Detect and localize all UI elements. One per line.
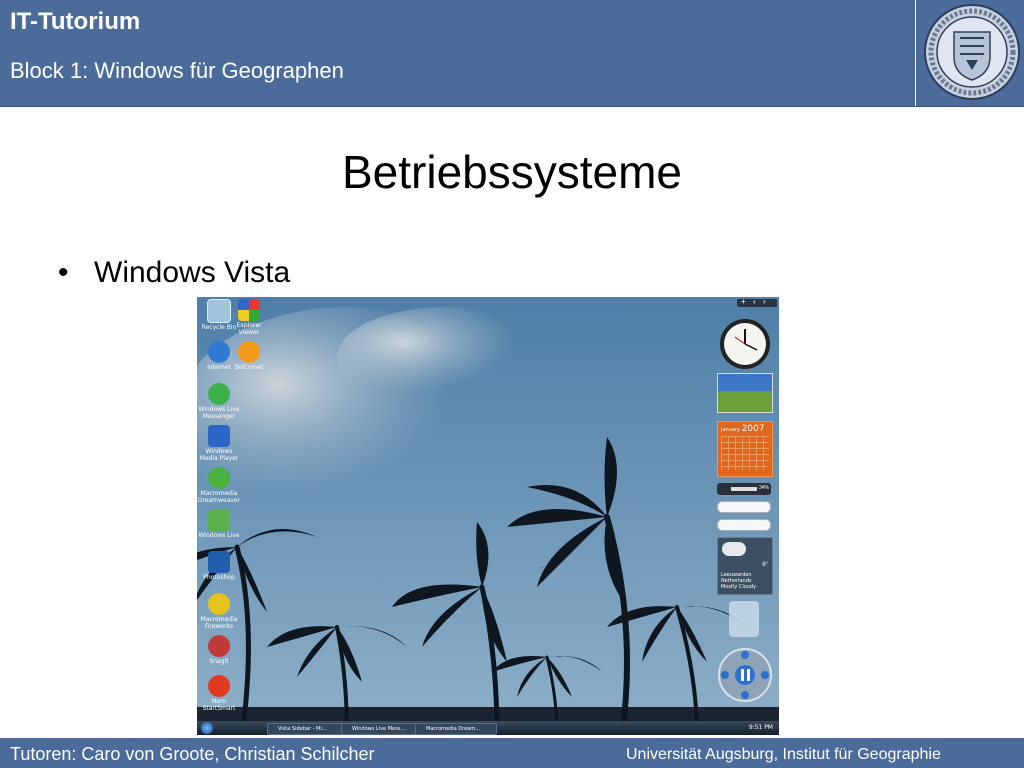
desktop-icon-nero[interactable]: Nero StartSmart bbox=[197, 675, 241, 712]
desktop-icon-solcomet[interactable]: SolComet bbox=[227, 341, 271, 371]
snagit-icon bbox=[208, 635, 230, 657]
slide-footer: Tutoren: Caro von Groote, Christian Schi… bbox=[0, 738, 1024, 768]
cpu-percent: 34% bbox=[759, 485, 770, 491]
taskbar: Vista Sidebar - Mi... Windows Live Mess.… bbox=[197, 721, 779, 735]
desktop-icon-windows-live[interactable]: Windows Live bbox=[197, 509, 241, 539]
taskbar-clock[interactable]: 9:51 PM bbox=[749, 724, 773, 731]
icon-label: SolComet bbox=[234, 364, 264, 371]
app-icon bbox=[238, 341, 260, 363]
icon-label: Photoshop bbox=[203, 574, 235, 581]
fireworks-icon bbox=[208, 593, 230, 615]
icon-label: Windows Live Messenger bbox=[198, 406, 240, 420]
calendar-grid bbox=[721, 436, 769, 470]
media-control-gadget[interactable] bbox=[717, 647, 773, 703]
footer-tutors: Tutoren: Caro von Groote, Christian Schi… bbox=[10, 744, 375, 764]
desktop-icon-snagit[interactable]: SnagIt bbox=[197, 635, 241, 665]
search-gadget-1[interactable] bbox=[717, 501, 771, 513]
cloud-icon bbox=[722, 542, 746, 556]
calendar-month: January bbox=[721, 427, 740, 433]
media-player-icon bbox=[208, 425, 230, 447]
dreamweaver-icon bbox=[208, 467, 230, 489]
next-gadget-icon[interactable]: › bbox=[763, 297, 766, 306]
calendar-gadget[interactable]: January 2007 bbox=[717, 421, 773, 477]
bullet-text: Windows Vista bbox=[94, 256, 291, 289]
clock-gadget[interactable] bbox=[717, 317, 773, 371]
desktop-icon-fireworks[interactable]: Macromedia Fireworks bbox=[197, 593, 241, 630]
footer-institution: Universität Augsburg, Institut für Geogr… bbox=[626, 746, 941, 763]
university-seal-box bbox=[915, 0, 1024, 106]
windows-live-icon bbox=[208, 509, 230, 531]
icon-label: Macromedia Fireworks bbox=[200, 616, 238, 630]
slide-header: IT-Tutorium Block 1: Windows für Geograp… bbox=[0, 0, 1024, 107]
photoshop-icon bbox=[208, 551, 230, 573]
recycle-bin-gadget[interactable] bbox=[729, 601, 759, 637]
bullet-item: • Windows Vista bbox=[58, 256, 290, 290]
icon-label: Nero StartSmart bbox=[202, 698, 236, 712]
slideshow-gadget[interactable] bbox=[717, 373, 773, 413]
calendar-year: 2007 bbox=[741, 424, 765, 434]
desktop-icon-explorer-viewer[interactable]: Explorer Viewer bbox=[227, 299, 271, 336]
university-seal-logo bbox=[924, 4, 1020, 100]
icon-label: Explorer Viewer bbox=[236, 322, 262, 336]
cpu-meter-bar bbox=[731, 487, 757, 491]
windows-flag-icon bbox=[238, 299, 260, 321]
vista-desktop-screenshot: Recycle Bin Explorer Viewer Internet Sol… bbox=[197, 297, 779, 735]
icon-label: SnagIt bbox=[209, 658, 229, 665]
search-gadget-2[interactable] bbox=[717, 519, 771, 531]
block-subtitle: Block 1: Windows für Geographen bbox=[10, 58, 344, 83]
desktop-icon-media-player[interactable]: Windows Media Player bbox=[197, 425, 241, 462]
weather-desc: Mostly Cloudy bbox=[721, 584, 757, 590]
icon-label: Windows Media Player bbox=[199, 448, 239, 462]
prev-gadget-icon[interactable]: ‹ bbox=[753, 297, 756, 306]
messenger-icon bbox=[208, 383, 230, 405]
slide-title: Betriebssysteme bbox=[341, 146, 682, 198]
weather-gadget[interactable]: 8° Leeuwarden Netherlands Mostly Cloudy bbox=[717, 537, 773, 595]
icon-label: Windows Live bbox=[198, 532, 240, 539]
desktop-icon-dreamweaver[interactable]: Macromedia Dreamweaver bbox=[197, 467, 241, 504]
desktop-wallpaper bbox=[197, 297, 779, 735]
taskbar-button-sidebar[interactable]: Vista Sidebar - Mi... bbox=[267, 723, 349, 735]
desktop-icon-messenger[interactable]: Windows Live Messenger bbox=[197, 383, 241, 420]
sidebar-controls[interactable]: + ‹ › bbox=[737, 297, 777, 307]
weather-temp: 8° bbox=[762, 562, 768, 568]
taskbar-button-dreamweaver[interactable]: Macromedia Dream... bbox=[415, 723, 497, 735]
taskbar-button-messenger[interactable]: Windows Live Mess... bbox=[341, 723, 423, 735]
nero-icon bbox=[208, 675, 230, 697]
course-title: IT-Tutorium bbox=[10, 8, 141, 35]
start-orb-icon[interactable] bbox=[201, 722, 213, 734]
desktop-icon-photoshop[interactable]: Photoshop bbox=[197, 551, 241, 581]
bullet-marker: • bbox=[58, 256, 69, 289]
icon-label: Macromedia Dreamweaver bbox=[197, 490, 241, 504]
cpu-meter-gadget[interactable]: 34% bbox=[717, 483, 771, 495]
add-gadget-icon[interactable]: + bbox=[741, 297, 746, 306]
